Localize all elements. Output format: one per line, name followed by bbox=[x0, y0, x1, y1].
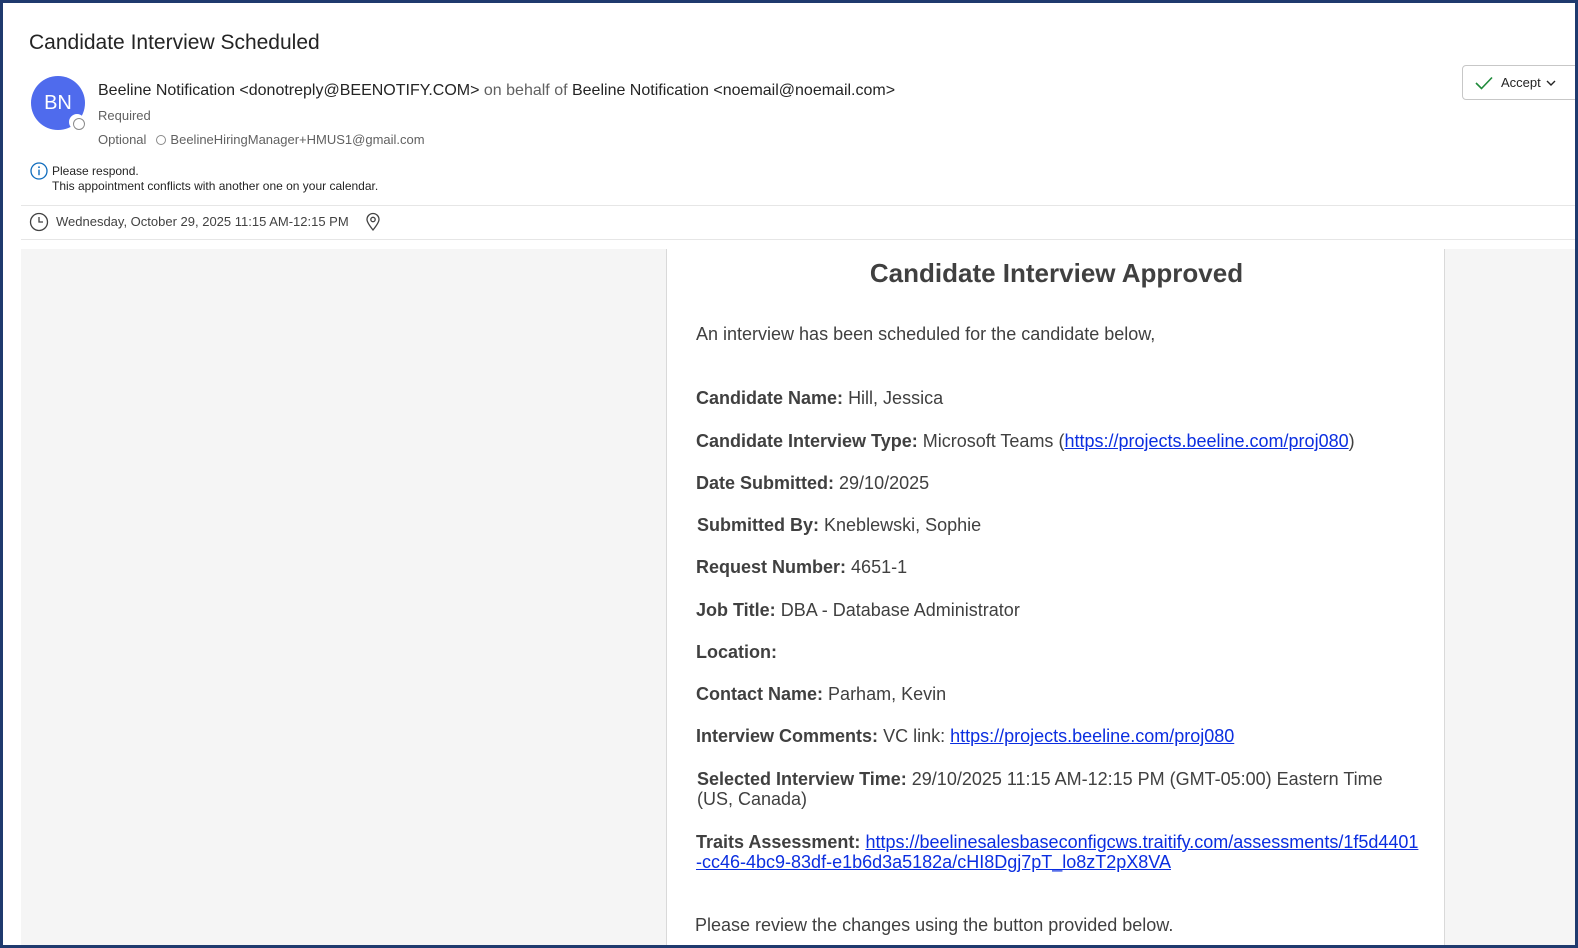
field-label: Interview Comments: bbox=[696, 726, 879, 746]
field-label: Location: bbox=[696, 642, 777, 662]
info-message: Please respond. This appointment conflic… bbox=[52, 164, 378, 194]
job-title-row: Job Title: DBA - Database Administrator bbox=[696, 600, 1426, 620]
sender-line: Beeline Notification <donotreply@BEENOTI… bbox=[98, 82, 895, 100]
accept-button[interactable]: Accept bbox=[1462, 65, 1575, 100]
accept-label: Accept bbox=[1501, 75, 1541, 90]
field-label: Candidate Interview Type: bbox=[696, 431, 918, 451]
info-icon bbox=[30, 162, 48, 180]
checkmark-icon bbox=[1475, 76, 1493, 90]
submitted-by-row: Submitted By: Kneblewski, Sophie bbox=[697, 515, 1427, 535]
divider bbox=[21, 239, 1575, 240]
message-card: Candidate Interview Approved An intervie… bbox=[666, 249, 1445, 945]
field-label: Candidate Name: bbox=[696, 388, 844, 408]
required-attendees-label: Required bbox=[98, 108, 151, 123]
field-label: Date Submitted: bbox=[696, 473, 835, 493]
selected-time-row: Selected Interview Time: 29/10/2025 11:1… bbox=[697, 769, 1422, 809]
optional-attendee[interactable]: BeelineHiringManager+HMUS1@gmail.com bbox=[170, 132, 424, 147]
on-behalf-text: on behalf of bbox=[483, 82, 568, 99]
field-label: Request Number: bbox=[696, 557, 847, 577]
interview-comments-row: Interview Comments: VC link: https://pro… bbox=[696, 726, 1426, 746]
field-value: Hill, Jessica bbox=[848, 388, 944, 408]
field-label: Submitted By: bbox=[697, 515, 820, 535]
interview-type-row: Candidate Interview Type: Microsoft Team… bbox=[696, 431, 1426, 451]
field-value: Kneblewski, Sophie bbox=[824, 515, 982, 535]
sender-name[interactable]: Beeline Notification <donotreply@BEENOTI… bbox=[98, 82, 479, 99]
field-value: ) bbox=[1348, 431, 1355, 451]
interview-type-link[interactable]: https://projects.beeline.com/proj080 bbox=[1064, 431, 1348, 451]
field-label: Traits Assessment: bbox=[696, 832, 861, 852]
principal-name[interactable]: Beeline Notification <noemail@noemail.co… bbox=[572, 82, 895, 99]
field-value: 4651-1 bbox=[851, 557, 908, 577]
meeting-datetime: Wednesday, October 29, 2025 11:15 AM-12:… bbox=[56, 214, 349, 229]
closing-text: Please review the changes using the butt… bbox=[695, 915, 1174, 935]
email-window: Candidate Interview Scheduled BN Beeline… bbox=[0, 0, 1578, 948]
field-value: VC link: bbox=[883, 726, 946, 746]
clock-icon bbox=[29, 212, 49, 232]
location-pin-icon[interactable] bbox=[365, 212, 381, 232]
presence-ring-icon bbox=[73, 118, 85, 130]
vc-link[interactable]: https://projects.beeline.com/proj080 bbox=[950, 726, 1234, 746]
candidate-name-row: Candidate Name: Hill, Jessica bbox=[696, 388, 1426, 408]
info-message-line2: This appointment conflicts with another … bbox=[52, 179, 379, 193]
avatar-initials: BN bbox=[44, 91, 72, 114]
field-label: Contact Name: bbox=[696, 684, 824, 704]
contact-name-row: Contact Name: Parham, Kevin bbox=[696, 684, 1426, 704]
info-message-line1: Please respond. bbox=[52, 164, 139, 178]
request-number-row: Request Number: 4651-1 bbox=[696, 557, 1426, 577]
field-value: 29/10/2025 bbox=[839, 473, 930, 493]
optional-attendees-label: Optional bbox=[98, 132, 147, 147]
intro-text: An interview has been scheduled for the … bbox=[696, 324, 1156, 344]
field-value: Microsoft Teams ( bbox=[922, 431, 1065, 451]
field-label: Job Title: bbox=[696, 600, 776, 620]
field-label: Selected Interview Time: bbox=[697, 769, 907, 789]
field-value: Parham, Kevin bbox=[828, 684, 947, 704]
attendee-status-icon bbox=[156, 135, 167, 145]
chevron-down-icon bbox=[1546, 80, 1556, 86]
traits-assessment-row: Traits Assessment: https://beelinesalesb… bbox=[696, 832, 1421, 872]
date-submitted-row: Date Submitted: 29/10/2025 bbox=[696, 473, 1426, 493]
email-subject: Candidate Interview Scheduled bbox=[29, 31, 320, 54]
optional-attendees-row: Optional BeelineHiringManager+HMUS1@gmail… bbox=[98, 132, 425, 147]
divider bbox=[21, 205, 1575, 206]
body-heading: Candidate Interview Approved bbox=[869, 258, 1244, 288]
location-row: Location: bbox=[696, 642, 1426, 662]
field-value: DBA - Database Administrator bbox=[780, 600, 1020, 620]
presence-status-icon bbox=[69, 114, 85, 130]
